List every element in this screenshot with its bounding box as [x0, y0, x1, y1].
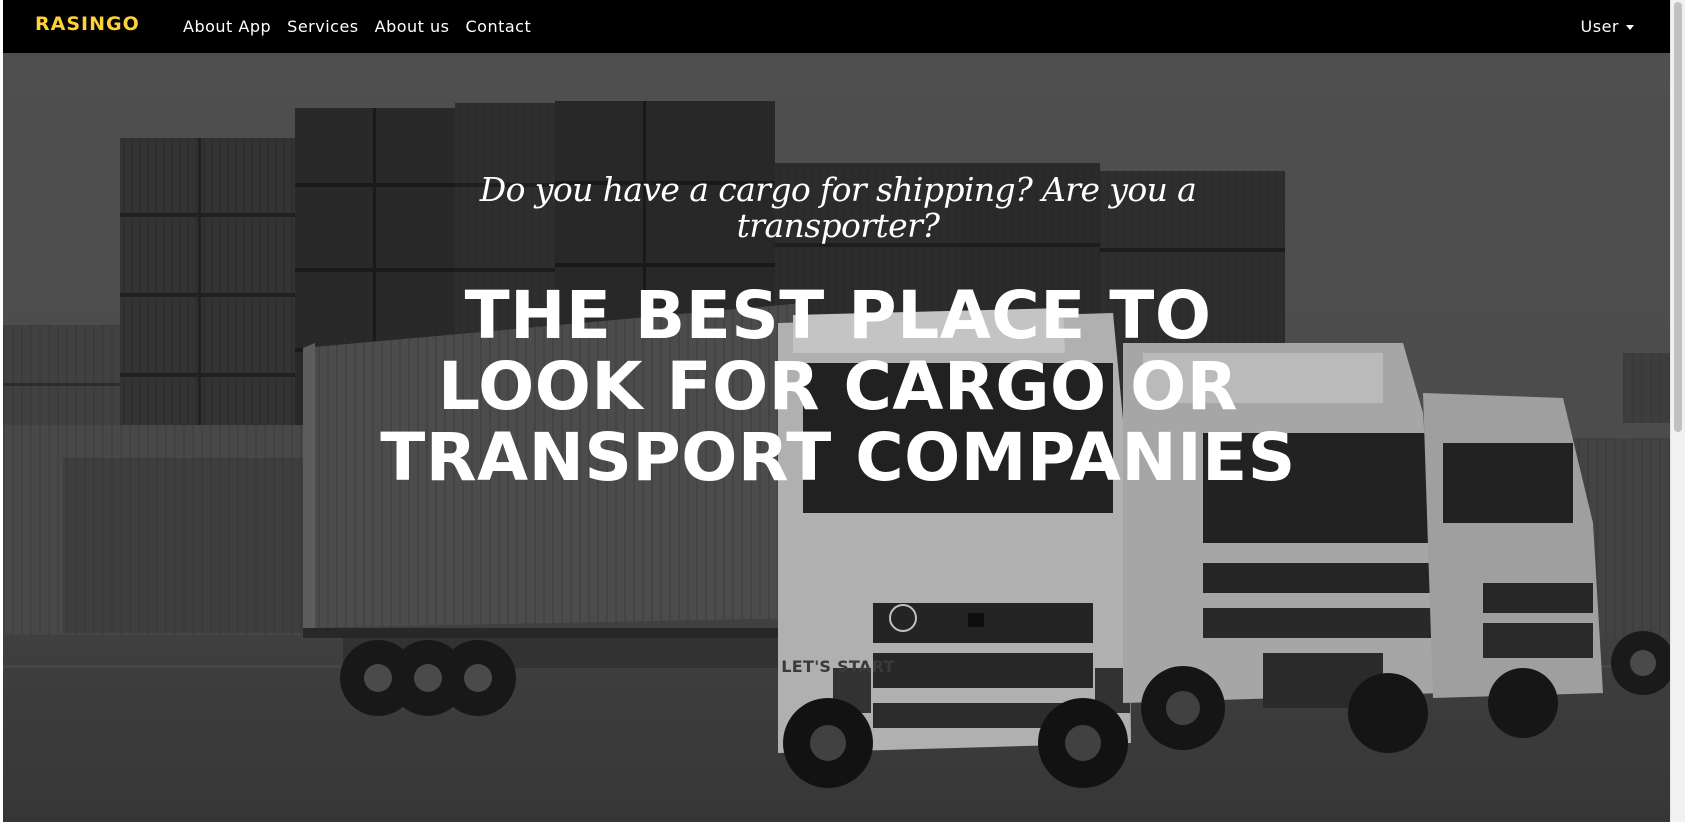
browser-viewport: RASINGO About App Services About us Cont…: [0, 0, 1685, 822]
scrollbar-thumb[interactable]: [1674, 2, 1682, 432]
nav-link-contact[interactable]: Contact: [466, 17, 532, 36]
nav-link-services[interactable]: Services: [287, 17, 358, 36]
page: RASINGO About App Services About us Cont…: [3, 0, 1670, 822]
vertical-scrollbar[interactable]: [1670, 0, 1685, 822]
nav-links: About App Services About us Contact: [183, 0, 547, 53]
lets-start-button[interactable]: LET'S START: [758, 648, 918, 686]
caret-down-icon: [1626, 25, 1634, 30]
user-dropdown-toggle[interactable]: User: [1581, 0, 1634, 53]
top-navbar: RASINGO About App Services About us Cont…: [3, 0, 1670, 53]
nav-link-about-us[interactable]: About us: [375, 17, 450, 36]
nav-link-about-app[interactable]: About App: [183, 17, 271, 36]
hero-heading: THE BEST PLACE TO LOOK FOR CARGO OR TRAN…: [380, 277, 1296, 496]
user-menu-label: User: [1580, 17, 1619, 36]
hero-subheading: Do you have a cargo for shipping? Are yo…: [479, 170, 1197, 245]
brand-logo-link[interactable]: RASINGO: [35, 13, 140, 35]
hero-section: Do you have a cargo for shipping? Are yo…: [3, 0, 1670, 822]
